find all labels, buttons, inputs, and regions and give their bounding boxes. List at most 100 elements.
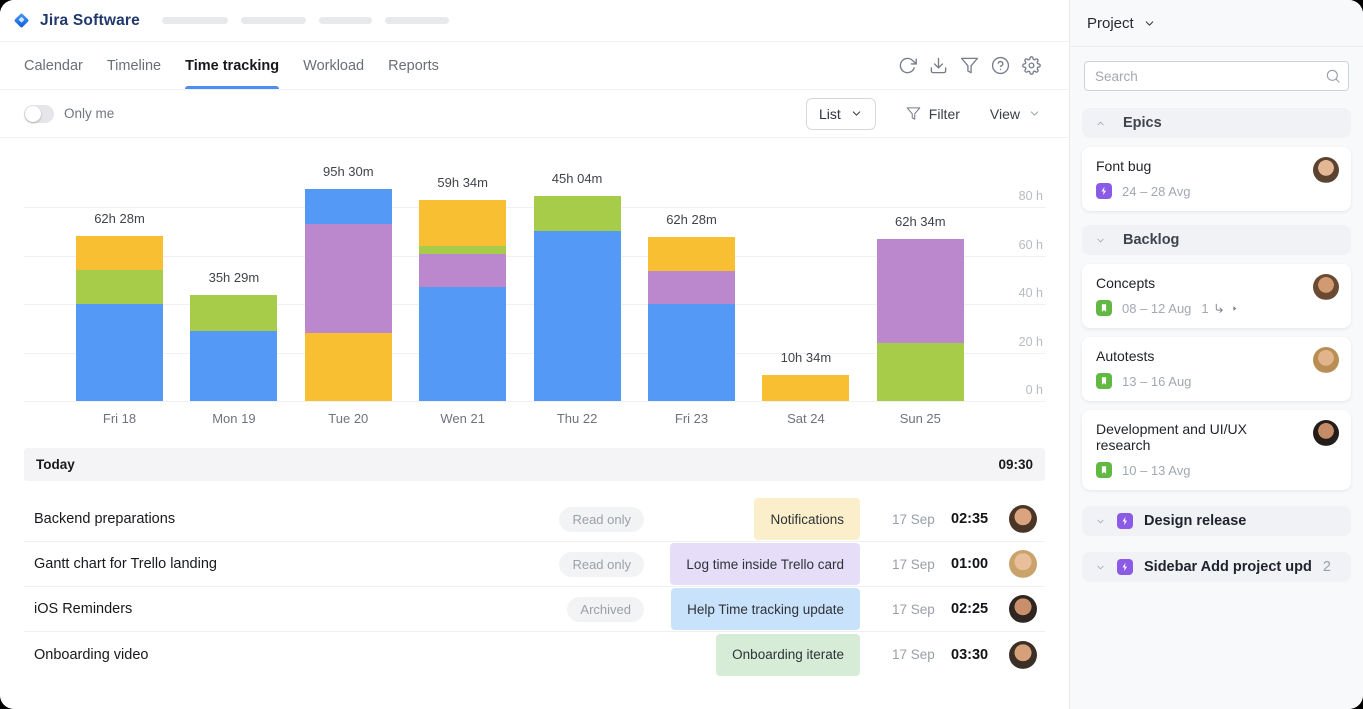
issue-meta: 24 – 28 Avg [1096, 183, 1337, 199]
chevron-up-icon[interactable] [1095, 118, 1106, 129]
header-skeleton-group [162, 17, 449, 24]
time-tracking-chart: 0 h20 h40 h60 h80 h62h 28mFri 1835h 29mM… [0, 138, 1069, 440]
issue-card-development-and-ui-ux-research[interactable]: Development and UI/UX research10 – 13 Av… [1082, 410, 1351, 490]
filter-button[interactable]: Filter [906, 106, 960, 122]
skeleton-pill [162, 17, 228, 24]
chart-bar-tue-20[interactable] [305, 189, 392, 401]
tab-calendar[interactable]: Calendar [24, 42, 83, 89]
task-row[interactable]: Backend preparationsRead onlyNotificatio… [24, 497, 1045, 542]
issue-card-autotests[interactable]: Autotests13 – 16 Aug [1082, 337, 1351, 401]
sidebar: Project Epics Font bug 24 – 28 Avg Backlog C… [1069, 0, 1363, 709]
y-axis-tick-label: 0 h [1026, 383, 1043, 397]
today-bar[interactable]: Today 09:30 [24, 448, 1045, 481]
epic-icon [1117, 559, 1133, 575]
task-row[interactable]: Gantt chart for Trello landingRead onlyL… [24, 542, 1045, 587]
section-header-backlog[interactable]: Backlog [1082, 225, 1351, 255]
chart-bar-fri-23[interactable] [648, 237, 735, 401]
group-header-design-release[interactable]: Design release [1082, 506, 1351, 536]
chart-toolbar: Only me List Filter View [0, 90, 1069, 138]
tag-column: Log time inside Trello card [664, 543, 860, 585]
gear-icon[interactable] [1022, 56, 1041, 75]
bar-total-label: 62h 34m [860, 214, 981, 229]
chevron-down-icon [850, 107, 863, 120]
task-logged-time: 01:00 [951, 556, 997, 572]
issue-title: Font bug [1096, 158, 1337, 174]
bar-segment-blue [190, 331, 277, 401]
bar-segment-blue [76, 304, 163, 401]
x-axis-day-label: Sat 24 [745, 411, 866, 426]
y-axis-tick-label: 60 h [1019, 238, 1043, 252]
issue-card-concepts[interactable]: Concepts08 – 12 Aug1 [1082, 264, 1351, 328]
download-icon[interactable] [929, 56, 948, 75]
avatar [1009, 505, 1037, 533]
issue-title: Development and UI/UX research [1096, 421, 1337, 453]
avatar [1009, 595, 1037, 623]
task-tag[interactable]: Notifications [754, 498, 860, 540]
task-row[interactable]: Onboarding video Onboarding iterate 17 Sep… [24, 632, 1045, 677]
chevron-down-icon [1143, 17, 1156, 30]
tab-workload[interactable]: Workload [303, 42, 364, 89]
chart-bar-fri-18[interactable] [76, 236, 163, 401]
section-title: Epics [1123, 115, 1162, 131]
issue-card-font-bug[interactable]: Font bug 24 – 28 Avg [1082, 147, 1351, 211]
tab-reports[interactable]: Reports [388, 42, 439, 89]
branch-icon [1213, 302, 1226, 315]
task-tag[interactable]: Help Time tracking update [671, 588, 860, 630]
chevron-down-icon[interactable] [1095, 562, 1106, 573]
chevron-down-icon[interactable] [1095, 516, 1106, 527]
story-icon [1096, 462, 1112, 478]
bar-total-label: 35h 29m [173, 270, 294, 285]
search-input[interactable] [1084, 61, 1349, 91]
y-axis-tick-label: 40 h [1019, 286, 1043, 300]
task-tag[interactable]: Onboarding iterate [716, 634, 860, 676]
bar-segment-yellow [76, 236, 163, 270]
view-dropdown[interactable]: View [990, 106, 1041, 122]
app-logo: Jira Software [12, 11, 140, 30]
today-total-time: 09:30 [998, 457, 1033, 472]
project-dropdown[interactable]: Project [1070, 0, 1363, 47]
chart-bar-sat-24[interactable] [762, 375, 849, 401]
bar-segment-purple [419, 254, 506, 287]
today-label: Today [36, 457, 75, 472]
task-date: 17 Sep [892, 512, 938, 527]
only-me-toggle[interactable] [24, 105, 54, 123]
search-icon [1325, 68, 1341, 84]
bar-total-label: 95h 30m [288, 164, 409, 179]
chart-gridline [24, 401, 1046, 402]
bar-segment-purple [648, 271, 735, 304]
skeleton-pill [385, 17, 449, 24]
task-tag[interactable]: Log time inside Trello card [670, 543, 860, 585]
tag-column: Notifications [664, 498, 860, 540]
app-window: Jira Software Calendar Timeline Time track… [0, 0, 1363, 709]
list-dropdown[interactable]: List [806, 98, 876, 130]
tab-timeline[interactable]: Timeline [107, 42, 161, 89]
funnel-icon[interactable] [960, 56, 979, 75]
chart-bar-wen-21[interactable] [419, 200, 506, 401]
group-header-sidebar-add-project-upd[interactable]: Sidebar Add project upd2 [1082, 552, 1351, 582]
task-title: Onboarding video [24, 647, 664, 663]
section-header-epics[interactable]: Epics [1082, 108, 1351, 138]
chart-bar-thu-22[interactable] [534, 196, 621, 401]
tab-time-tracking[interactable]: Time tracking [185, 42, 279, 89]
skeleton-pill [319, 17, 372, 24]
chevron-down-icon[interactable] [1095, 235, 1106, 246]
status-badge: Read only [559, 552, 644, 577]
task-date: 17 Sep [892, 602, 938, 617]
chart-bar-sun-25[interactable] [877, 239, 964, 401]
bar-segment-blue [534, 231, 621, 401]
help-icon[interactable] [991, 56, 1010, 75]
y-axis-tick-label: 80 h [1019, 189, 1043, 203]
task-list: Backend preparationsRead onlyNotificatio… [24, 497, 1045, 677]
task-date: 17 Sep [892, 647, 938, 662]
chart-bar-mon-19[interactable] [190, 295, 277, 401]
status-badge: Archived [567, 597, 644, 622]
x-axis-day-label: Mon 19 [173, 411, 294, 426]
x-axis-day-label: Fri 23 [631, 411, 752, 426]
refresh-icon[interactable] [898, 56, 917, 75]
view-label: View [990, 106, 1020, 122]
avatar [1009, 641, 1037, 669]
task-row[interactable]: iOS RemindersArchivedHelp Time tracking … [24, 587, 1045, 632]
task-date: 17 Sep [892, 557, 938, 572]
x-axis-day-label: Thu 22 [517, 411, 638, 426]
caret-right-icon[interactable] [1230, 304, 1239, 313]
